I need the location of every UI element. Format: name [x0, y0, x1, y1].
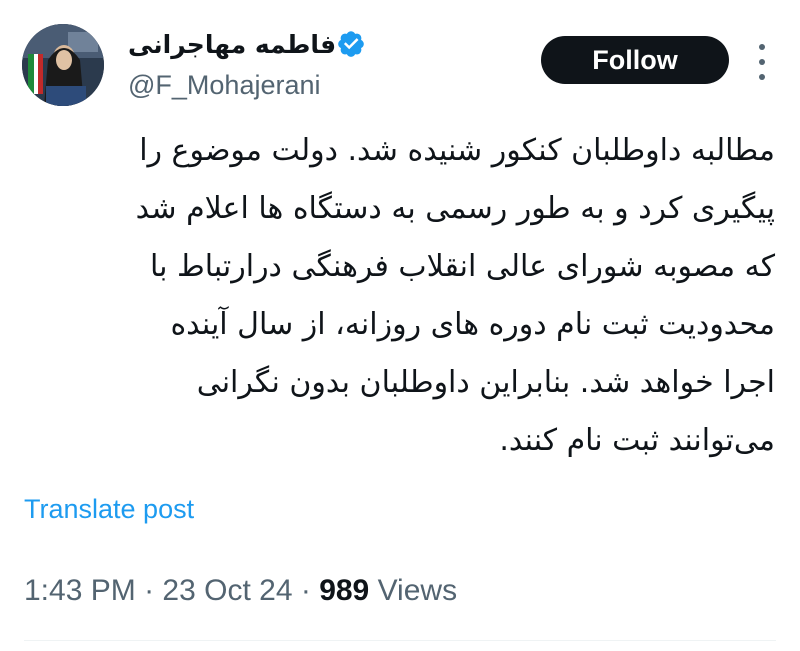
- avatar[interactable]: [22, 24, 104, 106]
- follow-button[interactable]: Follow: [541, 36, 729, 84]
- profile-photo-icon: [22, 24, 104, 106]
- post-text: مطالبه داوطلبان کنکور شنیده شد. دولت موض…: [135, 133, 775, 458]
- post-date[interactable]: 23 Oct 24: [162, 574, 292, 607]
- meta-separator: ·: [300, 574, 311, 607]
- views-count: 989: [319, 574, 370, 607]
- author-name-row[interactable]: فاطمه مهاجرانی: [128, 22, 388, 66]
- views-label: Views: [377, 574, 458, 607]
- author-display-name[interactable]: فاطمه مهاجرانی: [128, 30, 336, 59]
- post-time[interactable]: 1:43 PM: [24, 574, 136, 607]
- divider: [24, 640, 776, 641]
- verified-badge-icon: [338, 31, 364, 57]
- more-options-icon[interactable]: [752, 44, 772, 80]
- translate-post-link[interactable]: Translate post: [24, 494, 194, 525]
- post-metadata: 1:43 PM · 23 Oct 24 · 989 Views: [24, 574, 457, 608]
- author-handle[interactable]: @F_Mohajerani: [128, 70, 321, 101]
- meta-separator: ·: [144, 574, 155, 607]
